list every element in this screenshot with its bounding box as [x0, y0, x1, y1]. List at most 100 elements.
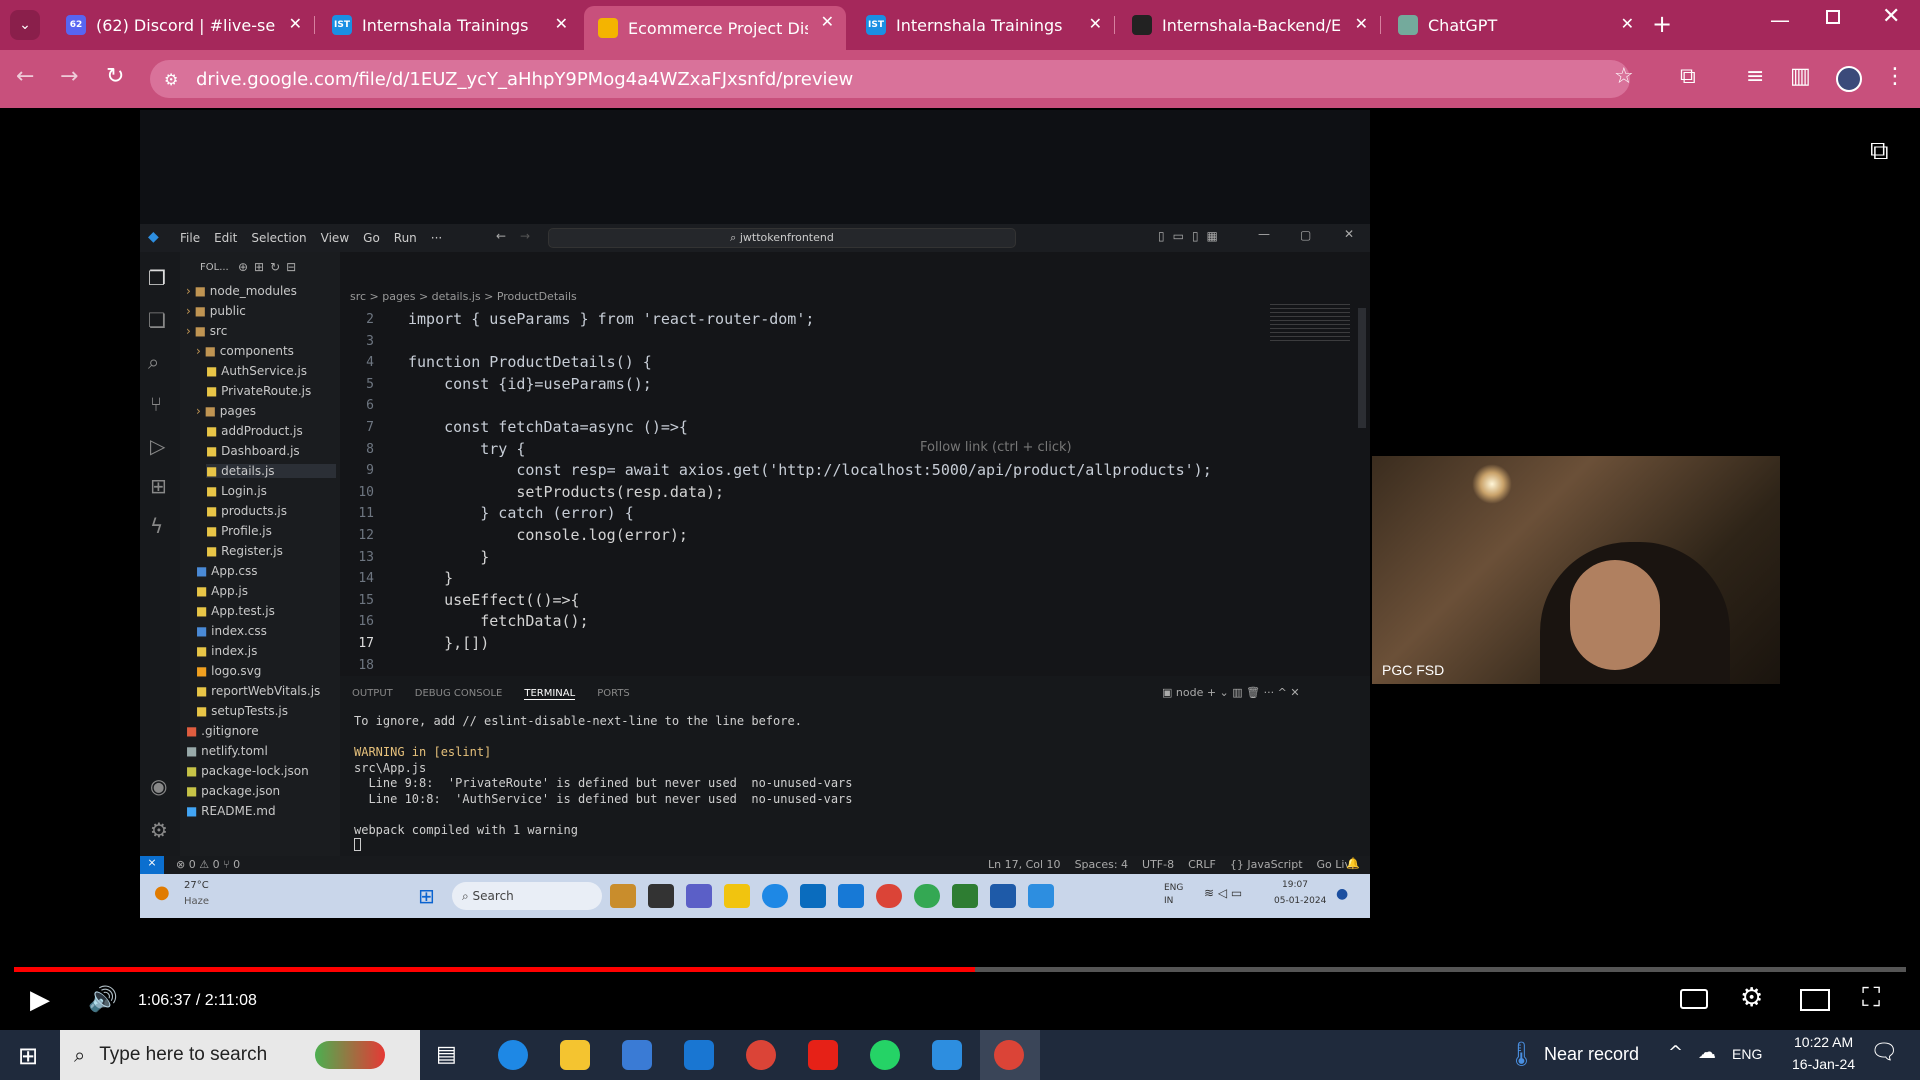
explorer-item[interactable]: › ■ public — [186, 304, 246, 318]
explorer-item[interactable]: ■ package-lock.json — [186, 764, 309, 778]
bookmark-star-icon[interactable]: ☆ — [1614, 64, 1634, 89]
file-explorer-icon[interactable] — [560, 1040, 590, 1070]
network-offline-icon[interactable]: ☁ — [1698, 1042, 1716, 1063]
problems-count[interactable]: ⊗ 0 ⚠ 0 ⑂ 0 — [176, 858, 240, 871]
back-arrow-icon[interactable]: ← — [16, 64, 34, 89]
browser-tab[interactable]: Internshala-Backend/Ecom ✕ — [1118, 8, 1380, 42]
windows-start-icon[interactable]: ⊞ — [18, 1042, 38, 1070]
panel-tab[interactable]: OUTPUT — [352, 688, 393, 700]
vscode-minimize-icon[interactable]: — — [1258, 227, 1270, 241]
explorer-item[interactable]: ■ details.js — [206, 464, 336, 478]
browser-tab[interactable]: 62 (62) Discord | #live-session ✕ — [52, 8, 314, 42]
vscode-menu-item[interactable]: Selection — [251, 231, 306, 245]
explorer-item[interactable]: ■ README.md — [186, 804, 276, 818]
browser-tab[interactable]: IST Internshala Trainings ✕ — [318, 8, 580, 42]
vscode-menu-item[interactable]: Edit — [214, 231, 237, 245]
tab-close-icon[interactable]: ✕ — [821, 12, 834, 31]
vscode-menu-item[interactable]: Run — [394, 231, 417, 245]
code-line[interactable]: const resp= await axios.get('http://loca… — [408, 461, 1211, 479]
code-editor[interactable]: src > pages > details.js > ProductDetail… — [340, 252, 1370, 676]
editor-scrollbar[interactable] — [1358, 308, 1366, 428]
tab-close-icon[interactable]: ✕ — [289, 14, 302, 33]
youtube-icon[interactable] — [808, 1040, 838, 1070]
close-window-button[interactable]: ✕ — [1882, 4, 1900, 29]
browser-tab[interactable]: ChatGPT ✕ — [1384, 8, 1646, 42]
code-line[interactable]: const fetchData=async ()=>{ — [408, 418, 688, 436]
vscode-menu-item[interactable]: File — [180, 231, 200, 245]
volume-icon[interactable]: 🔊 — [88, 985, 118, 1013]
code-line[interactable]: setProducts(resp.data); — [408, 483, 724, 501]
status-item[interactable]: CRLF — [1188, 858, 1216, 871]
tab-search-button[interactable]: ⌄ — [10, 10, 40, 40]
explorer-item[interactable]: › ■ components — [196, 344, 294, 358]
store-icon[interactable] — [622, 1040, 652, 1070]
settings-gear-icon[interactable]: ⚙ — [150, 818, 168, 842]
code-line[interactable]: const {id}=useParams(); — [408, 375, 652, 393]
tray-chevron-icon[interactable]: ^ — [1668, 1042, 1683, 1063]
explorer-item[interactable]: ■ App.js — [196, 584, 248, 598]
code-line[interactable]: } catch (error) { — [408, 504, 634, 522]
explorer-item[interactable]: ■ addProduct.js — [206, 424, 303, 438]
explorer-item[interactable]: ■ Dashboard.js — [206, 444, 300, 458]
panel-tab[interactable]: TERMINAL — [524, 688, 576, 700]
lightning-icon[interactable]: ϟ — [150, 514, 163, 538]
explorer-item[interactable]: ■ Profile.js — [206, 524, 272, 538]
vscode-menu-item[interactable]: View — [321, 231, 349, 245]
command-center-search[interactable]: ⌕ jwttokenfrontend — [548, 228, 1016, 248]
media-control-icon[interactable]: ≡ — [1746, 64, 1764, 89]
mail-icon[interactable] — [684, 1040, 714, 1070]
explorer-item[interactable]: ■ index.js — [196, 644, 257, 658]
vscode-menu-item[interactable]: Go — [363, 231, 380, 245]
extensions-icon[interactable]: ⧉ — [1680, 64, 1696, 89]
remote-indicator[interactable]: ⨯ — [140, 856, 164, 874]
action-center-icon[interactable]: 🗨 — [1870, 1040, 1898, 1065]
chrome-active-icon[interactable] — [994, 1040, 1024, 1070]
reload-icon[interactable]: ↻ — [106, 64, 124, 89]
captions-icon[interactable] — [1680, 989, 1708, 1009]
task-view-icon[interactable]: ▤ — [436, 1042, 457, 1067]
explorer-item[interactable]: › ■ pages — [196, 404, 256, 418]
explorer-actions-icons[interactable]: ⊕⊞↻⊟ — [238, 260, 302, 274]
taskbar-lang[interactable]: ENG — [1732, 1046, 1762, 1062]
nav-back-icon[interactable]: ← — [496, 229, 506, 243]
layout-toggle-icons[interactable]: ▯▭▯▦ — [1158, 229, 1226, 243]
profile-avatar[interactable] — [1836, 66, 1862, 92]
open-in-new-window-icon[interactable]: ⧉ — [1870, 136, 1889, 167]
code-line[interactable]: },[]) — [408, 634, 489, 652]
extensions-sidebar-icon[interactable]: ⊞ — [150, 474, 167, 498]
explorer-item[interactable]: ■ Register.js — [206, 544, 283, 558]
tab-close-icon[interactable]: ✕ — [1355, 14, 1368, 33]
video-progress-played[interactable] — [14, 967, 976, 972]
miniplayer-icon[interactable] — [1800, 989, 1830, 1011]
code-line[interactable]: console.log(error); — [408, 526, 688, 544]
panel-tab[interactable]: PORTS — [597, 688, 630, 700]
vscode-menu-item[interactable]: ··· — [431, 231, 442, 245]
code-line[interactable]: } — [408, 569, 453, 587]
taskbar-search[interactable]: ⌕ Type here to search — [60, 1030, 420, 1080]
search-sidebar-icon[interactable]: ⌕ — [148, 350, 159, 374]
browser-tab[interactable]: Ecommerce Project Discuss ✕ — [584, 6, 846, 50]
menu-kebab-icon[interactable]: ⋮ — [1884, 64, 1906, 89]
code-line[interactable]: useEffect(()=>{ — [408, 591, 579, 609]
code-line[interactable]: try { — [408, 440, 525, 458]
notification-bell-icon[interactable]: 🔔 — [1346, 857, 1360, 870]
status-item[interactable]: Ln 17, Col 10 — [988, 858, 1061, 871]
browser-tab[interactable]: IST Internshala Trainings ✕ — [852, 8, 1114, 42]
status-item[interactable]: Spaces: 4 — [1075, 858, 1128, 871]
explorer-item[interactable]: ■ products.js — [206, 504, 287, 518]
explorer-item[interactable]: ■ netlify.toml — [186, 744, 268, 758]
taskbar-time[interactable]: 10:22 AM — [1794, 1034, 1853, 1050]
vscode-close-icon[interactable]: ✕ — [1344, 227, 1354, 241]
taskbar-date[interactable]: 16-Jan-24 — [1792, 1056, 1855, 1072]
status-item[interactable]: UTF-8 — [1142, 858, 1174, 871]
explorer-item[interactable]: ■ Login.js — [206, 484, 267, 498]
explorer-item[interactable]: › ■ node_modules — [186, 284, 297, 298]
status-item[interactable]: {} JavaScript — [1230, 858, 1303, 871]
fullscreen-icon[interactable]: ⛶ — [1862, 983, 1880, 1014]
code-line[interactable]: import { useParams } from 'react-router-… — [408, 310, 814, 328]
source-files-icon[interactable]: ❏ — [148, 308, 166, 332]
vscode-icon[interactable] — [932, 1040, 962, 1070]
explorer-item[interactable]: ■ AuthService.js — [206, 364, 307, 378]
url-text[interactable]: drive.google.com/file/d/1EUZ_ycY_aHhpY9P… — [196, 69, 853, 90]
explorer-item[interactable]: ■ index.css — [196, 624, 267, 638]
